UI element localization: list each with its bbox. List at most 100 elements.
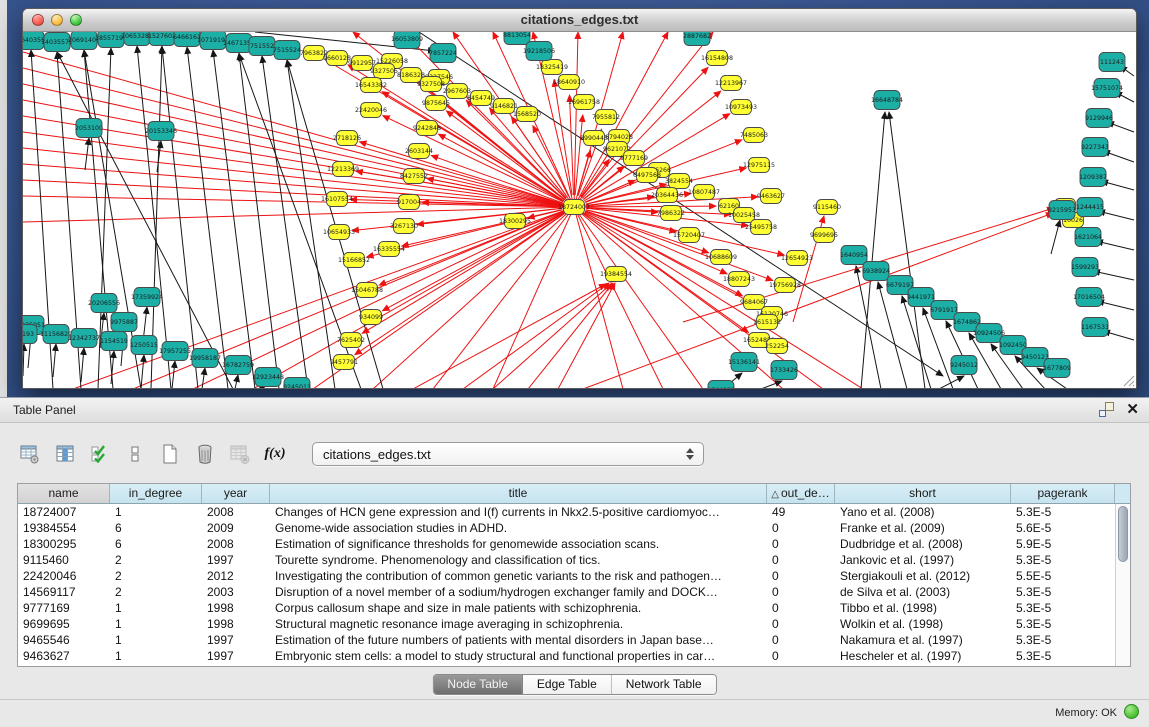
table-row[interactable]: 946362711997Embryonic stem cells: a mode… <box>18 648 1130 664</box>
graph-node[interactable]: 39193 <box>23 325 37 344</box>
graph-node[interactable]: 9227343 <box>1081 138 1109 157</box>
column-header-short[interactable]: short <box>835 484 1011 503</box>
tab-network-table[interactable]: Network Table <box>612 675 716 694</box>
graph-node[interactable]: 1644091 <box>707 381 735 389</box>
graph-node[interactable]: 9777169 <box>620 151 648 166</box>
select-all-icon[interactable] <box>88 442 112 466</box>
graph-node[interactable]: 9115460 <box>813 200 841 215</box>
graph-node[interactable]: 7857224 <box>429 44 457 63</box>
graph-node[interactable]: 8813054 <box>503 32 531 45</box>
graph-node[interactable]: 1167533 <box>1081 318 1109 337</box>
graph-node[interactable]: 8215953 <box>1048 201 1076 220</box>
column-header-year[interactable]: year <box>202 484 270 503</box>
graph-node[interactable]: 10973493 <box>725 100 757 115</box>
table-row[interactable]: 946554611997Estimation of the future num… <box>18 632 1130 648</box>
graph-node[interactable]: 9327505 <box>370 64 398 79</box>
column-header-in_degree[interactable]: in_degree <box>110 484 202 503</box>
graph-node[interactable]: 12213967 <box>715 76 747 91</box>
network-canvas-svg[interactable]: 7963822966012899129571522605893275058186… <box>23 32 1136 388</box>
table-row[interactable]: 1938455462009Genome-wide association stu… <box>18 520 1130 536</box>
close-panel-icon[interactable]: ✕ <box>1126 402 1139 417</box>
column-header-name[interactable]: name <box>18 484 110 503</box>
graph-node[interactable]: 18325419 <box>536 60 568 75</box>
graph-node[interactable]: 917004 <box>397 195 421 210</box>
network-view-canvas[interactable]: 7963822966012899129571522605893275058186… <box>23 32 1136 388</box>
graph-node[interactable]: 19218506 <box>523 42 555 61</box>
graph-node[interactable]: 19384554 <box>600 267 632 282</box>
graph-node[interactable]: 19958187 <box>189 349 221 368</box>
table-row[interactable]: 969969511998Structural magnetic resonanc… <box>18 616 1130 632</box>
graph-node[interactable]: 2053100 <box>75 119 103 138</box>
graph-node[interactable]: 6497568 <box>633 168 661 183</box>
graph-node[interactable]: 12923448 <box>252 368 284 387</box>
network-window-titlebar[interactable]: citations_edges.txt <box>23 9 1136 32</box>
graph-node[interactable]: 1209387 <box>1079 168 1107 187</box>
table-row[interactable]: 1456911722003Disruption of a novel membe… <box>18 584 1130 600</box>
graph-node[interactable]: 1568520 <box>513 107 541 122</box>
graph-node[interactable]: 10807487 <box>688 185 720 200</box>
table-row[interactable]: 977716911998Corpus callosum shape and si… <box>18 600 1130 616</box>
graph-node[interactable]: 22420046 <box>355 103 387 118</box>
graph-node[interactable]: 16154808 <box>701 51 733 66</box>
graph-node[interactable]: 17016504 <box>1073 288 1105 307</box>
table-mode-icon[interactable] <box>18 442 42 466</box>
graph-node[interactable]: 1677809 <box>1043 359 1071 378</box>
graph-node[interactable]: 9245012 <box>950 356 978 375</box>
table-scrollbar[interactable] <box>1115 504 1130 666</box>
graph-node[interactable]: 17359924 <box>131 288 163 307</box>
network-window[interactable]: citations_edges.txt 79638229660128991295… <box>22 8 1137 389</box>
graph-node[interactable]: 9242848 <box>413 121 441 136</box>
graph-node[interactable]: 6938924 <box>862 262 890 281</box>
graph-node[interactable]: 252254 <box>765 339 789 354</box>
graph-node[interactable]: 111243 <box>1099 53 1125 72</box>
graph-node[interactable]: 20153346 <box>145 122 177 141</box>
graph-node[interactable]: 1640954 <box>840 246 868 265</box>
graph-node[interactable]: 12342737 <box>68 329 100 348</box>
scrollbar-thumb[interactable] <box>1118 506 1128 562</box>
graph-node[interactable]: 15720407 <box>673 228 705 243</box>
float-panel-icon[interactable] <box>1099 402 1114 417</box>
graph-node[interactable]: 18807243 <box>723 272 755 287</box>
graph-node[interactable]: 7515524 <box>273 41 301 60</box>
graph-node[interactable]: 934099 <box>359 310 383 325</box>
graph-node[interactable]: 1599293 <box>1071 258 1099 277</box>
show-columns-icon[interactable] <box>53 442 77 466</box>
graph-node[interactable]: 7986322 <box>657 206 685 221</box>
graph-node[interactable]: 9245011 <box>283 378 311 389</box>
graph-node[interactable]: 10654933 <box>323 225 355 240</box>
column-header-out_de[interactable]: △out_de… <box>767 484 835 503</box>
minimize-window-button[interactable] <box>51 14 63 26</box>
graph-node[interactable]: 1527602 <box>148 32 176 46</box>
graph-node[interactable]: 3824554 <box>665 174 693 189</box>
graph-node[interactable]: 9463627 <box>757 189 785 204</box>
graph-node[interactable]: 751552 <box>249 37 275 56</box>
graph-node[interactable]: 16053809 <box>391 32 423 49</box>
graph-node[interactable]: 9660128 <box>323 51 351 66</box>
graph-node[interactable]: 9457791 <box>330 355 358 370</box>
graph-node[interactable]: 16782759 <box>222 356 254 375</box>
table-row[interactable]: 1830029562008Estimation of significance … <box>18 536 1130 552</box>
graph-node[interactable]: 1244415 <box>1076 198 1104 217</box>
graph-node[interactable]: 8427552 <box>400 169 428 184</box>
graph-node[interactable]: 9975887 <box>110 313 138 332</box>
table-selector-dropdown[interactable]: citations_edges.txt <box>312 442 704 466</box>
function-builder-icon[interactable]: f(x) <box>263 442 287 466</box>
graph-node[interactable]: 16648784 <box>871 91 903 110</box>
graph-node[interactable]: 20206556 <box>88 294 120 313</box>
graph-node[interactable]: 12654923 <box>781 251 813 266</box>
graph-node[interactable]: 10688609 <box>705 250 737 265</box>
graph-node[interactable]: 9441971 <box>907 288 935 307</box>
graph-node[interactable]: 2887682 <box>683 32 711 46</box>
graph-node[interactable]: 2603144 <box>405 144 433 159</box>
graph-node[interactable]: 7955812 <box>592 110 620 125</box>
zoom-window-button[interactable] <box>70 14 82 26</box>
delete-table-icon[interactable] <box>228 442 252 466</box>
table-row[interactable]: 2242004622012Investigating the contribut… <box>18 568 1130 584</box>
graph-node[interactable]: 9875645 <box>422 96 450 111</box>
graph-node[interactable]: 18640910 <box>553 75 585 90</box>
graph-node[interactable]: 9699695 <box>810 228 838 243</box>
graph-node[interactable]: 1154519 <box>100 332 128 351</box>
graph-node[interactable]: 1621064 <box>1074 228 1102 247</box>
tab-edge-table[interactable]: Edge Table <box>523 675 612 694</box>
graph-node[interactable]: 2718126 <box>333 131 361 146</box>
